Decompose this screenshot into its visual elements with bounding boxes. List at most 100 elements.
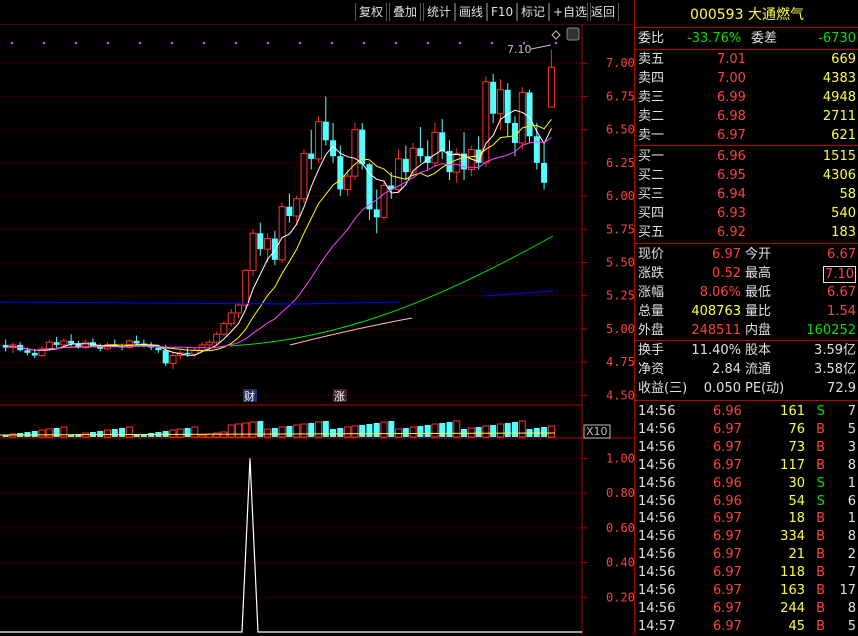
volume-bar [271, 428, 278, 437]
indicator-tick-label: 0.60 [606, 521, 634, 535]
quote-value: 1.54 [827, 304, 856, 319]
volume-bar [300, 423, 308, 438]
toolbar-button-3[interactable]: 画线 [455, 3, 488, 21]
diamond-icon [551, 30, 561, 40]
toolbar-button-6[interactable]: +自选 [549, 3, 592, 21]
tick-direction: B [816, 421, 825, 437]
marker-dot [170, 41, 174, 45]
volume-bar [234, 423, 242, 438]
tick-time: 14:56 [638, 529, 676, 545]
volume-bar [38, 429, 46, 438]
tick-count: 7 [847, 565, 856, 581]
tick-count: 5 [847, 421, 856, 437]
scroll-button-icon [566, 27, 580, 41]
marker-dot [106, 41, 110, 45]
bid-label: 买五 [638, 225, 665, 240]
tick-volume: 73 [788, 439, 805, 455]
price-tick-label: 6.25 [606, 156, 634, 170]
quote-value: 8.06% [699, 285, 741, 300]
tick-direction: B [816, 439, 825, 455]
candle-body [53, 342, 60, 345]
fund-value: 0.050 [703, 381, 741, 396]
high-price-arrow [530, 44, 552, 50]
tick-direction: B [816, 600, 825, 616]
candle-body [227, 312, 235, 325]
bid-volume: 58 [839, 187, 856, 202]
volume-bar [111, 429, 118, 437]
ask-price: 6.99 [717, 90, 746, 105]
candle-body [249, 232, 257, 271]
candle-body [162, 350, 169, 364]
candle-body [439, 132, 446, 151]
tick-count: 8 [847, 457, 856, 473]
candle-body [68, 340, 75, 344]
toolbar-button-7[interactable]: 返回 [587, 3, 620, 21]
volume-bar [541, 427, 548, 437]
indicator-tick-label: 0.20 [606, 590, 634, 604]
tick-time: 14:56 [638, 439, 676, 455]
tick-row: 14:56 6.96 54 S 6 [635, 493, 858, 511]
bid-volume: 540 [831, 206, 856, 221]
toolbar-button-0[interactable]: 复权 [355, 3, 388, 21]
price-tick-label: 5.00 [606, 322, 634, 336]
candle-body [526, 92, 533, 137]
tick-direction: S [816, 493, 825, 509]
tick-row: 14:56 6.96 30 S 1 [635, 475, 858, 493]
volume-bar [388, 421, 395, 437]
quote-label: 内盘 [745, 323, 772, 338]
weicha-label: 委差 [751, 31, 778, 46]
candle-body [286, 206, 293, 216]
candle-body [490, 81, 497, 114]
volume-scale-label: X10 [586, 425, 608, 438]
volume-bar [330, 429, 337, 437]
toolbar-button-5[interactable]: 标记 [517, 3, 550, 21]
tick-direction: B [816, 547, 825, 563]
candle-body [380, 184, 388, 218]
tick-price: 6.97 [713, 439, 742, 455]
toolbar-button-4[interactable]: F10 [487, 3, 518, 21]
tick-row: 14:56 6.97 244 B 8 [635, 600, 858, 618]
ask-price: 7.00 [717, 71, 746, 86]
marker-dot [10, 41, 14, 45]
ask-row: 卖一 6.97 621 [635, 127, 858, 145]
price-tick-label: 6.50 [606, 123, 634, 137]
fund-value: 3.58亿 [814, 362, 856, 377]
candle-body [344, 175, 352, 190]
quote-value: 160252 [806, 323, 856, 338]
quote-row: 涨幅 8.06% 最低 6.67 [635, 284, 858, 302]
price-tick-label: 5.75 [606, 222, 634, 236]
toolbar-button-1[interactable]: 叠加 [389, 3, 422, 21]
volume-bar [293, 424, 301, 438]
quote-label: 总量 [638, 304, 665, 319]
candle-body [234, 304, 242, 314]
quote-label: 外盘 [638, 323, 665, 338]
tick-count: 8 [847, 529, 856, 545]
toolbar-button-2[interactable]: 统计 [423, 3, 456, 21]
tick-time: 14:56 [638, 404, 676, 419]
tick-price: 6.97 [713, 511, 742, 527]
tick-direction: S [816, 404, 825, 419]
tick-price: 6.97 [713, 529, 742, 545]
volume-bar [439, 423, 446, 437]
volume-bar [198, 434, 206, 438]
volume-bar [446, 422, 453, 437]
price-tick-label: 4.75 [606, 355, 634, 369]
candle-body [220, 323, 228, 335]
volume-bar [409, 426, 417, 438]
candle-body [155, 347, 162, 351]
tick-count: 2 [847, 547, 856, 563]
tick-volume: 244 [780, 600, 805, 616]
tick-row: 14:56 6.97 118 B 7 [635, 564, 858, 582]
tick-time: 14:56 [638, 565, 676, 581]
kline-chart[interactable]: 7.00 6.75 6.50 6.25 6.00 5.75 5.50 5.25 5.00 4.75… [0, 0, 634, 635]
fund-value: 2.84 [712, 362, 741, 377]
weicha-value: -6730 [818, 31, 856, 46]
bid-row: 买五 6.92 183 [635, 224, 858, 242]
tick-row: 14:56 6.97 117 B 8 [635, 457, 858, 475]
ask-label: 卖四 [638, 71, 665, 86]
volume-bar [359, 425, 366, 437]
candle-body [45, 341, 53, 350]
candle-body [496, 89, 504, 115]
bid-volume: 1515 [822, 149, 856, 164]
tick-price: 6.97 [713, 457, 742, 473]
